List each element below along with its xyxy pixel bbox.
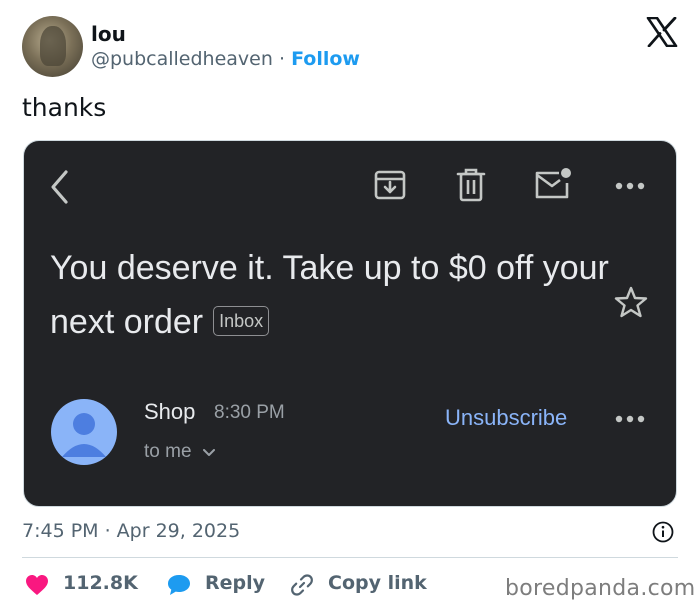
trash-icon[interactable] [455, 168, 487, 202]
footer-divider [22, 557, 678, 558]
avatar-figure [40, 26, 66, 66]
watermark: boredpanda.com [505, 576, 696, 601]
like-count[interactable]: 112.8K [63, 572, 138, 594]
person-icon [62, 413, 106, 457]
email-screenshot[interactable]: You deserve it. Take up to $0 off your n… [23, 140, 677, 507]
sender-name: Shop [144, 399, 196, 424]
reply-bubble-icon[interactable] [166, 573, 192, 597]
author-handle[interactable]: @pubcalledheaven [91, 48, 273, 70]
tweet-text: thanks [22, 93, 107, 122]
tweet-timestamp[interactable]: 7:45 PM · Apr 29, 2025 [22, 520, 240, 542]
back-arrow-icon[interactable] [48, 169, 72, 205]
inbox-label-badge[interactable]: Inbox [213, 306, 270, 337]
more-options-icon[interactable] [614, 181, 646, 191]
message-more-options-icon[interactable] [614, 414, 646, 424]
email-subject-text: You deserve it. Take up to $0 off your n… [50, 249, 609, 341]
reply-button[interactable]: Reply [205, 572, 265, 594]
chevron-down-icon [202, 449, 215, 456]
unsubscribe-link[interactable]: Unsubscribe [445, 405, 567, 431]
info-icon[interactable] [652, 521, 674, 543]
link-icon[interactable] [290, 573, 314, 597]
heart-icon[interactable] [25, 574, 49, 596]
mark-unread-icon[interactable] [533, 165, 573, 201]
email-time: 8:30 PM [214, 402, 285, 423]
follow-button[interactable]: Follow [291, 48, 360, 70]
author-name[interactable]: lou [91, 22, 126, 46]
author-handle-line: @pubcalledheaven · Follow [91, 48, 360, 70]
x-logo-icon[interactable] [646, 17, 678, 47]
recipient-label: to me [144, 441, 192, 462]
star-icon[interactable] [614, 286, 648, 318]
recipient-toggle[interactable]: to me [144, 441, 215, 463]
archive-icon[interactable] [373, 168, 407, 202]
copy-link-button[interactable]: Copy link [328, 572, 427, 594]
author-avatar[interactable] [22, 16, 83, 77]
sender-avatar[interactable] [51, 399, 117, 465]
separator: · [278, 48, 286, 70]
email-subject: You deserve it. Take up to $0 off your n… [50, 241, 610, 349]
